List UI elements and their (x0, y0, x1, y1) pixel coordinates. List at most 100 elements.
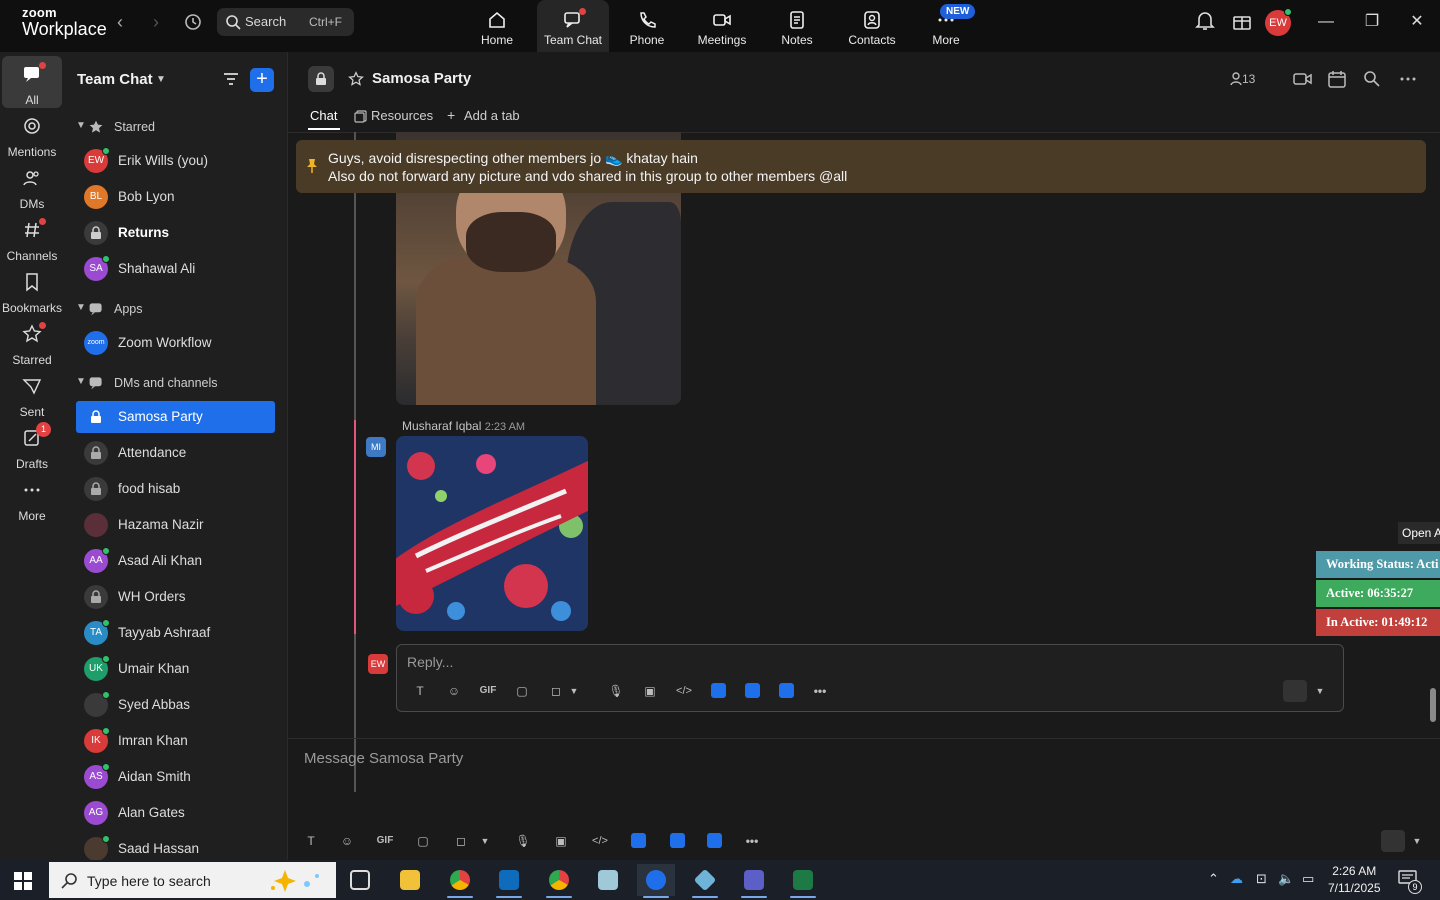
rail-sent[interactable]: Sent (2, 368, 62, 420)
rail-channels[interactable]: Channels (2, 212, 62, 264)
reply-input[interactable]: Reply... T ☺ GIF ▢ ◻ ▼ 🎙 ▣ </> ••• ▼ (396, 644, 1344, 712)
more-icon[interactable]: ••• (809, 680, 831, 702)
sidebar-item-imran-khan[interactable]: IK Imran Khan (76, 725, 275, 757)
app-icon[interactable] (775, 680, 797, 702)
app-icon[interactable] (627, 830, 649, 852)
forward-arrow-icon[interactable]: › (146, 12, 166, 32)
emoji-icon[interactable]: ☺ (443, 680, 465, 702)
sidebar-item-shahawal-ali[interactable]: SA Shahawal Ali (76, 253, 275, 285)
rail-more[interactable]: More (2, 472, 62, 524)
sidebar-item-syed-abbas[interactable]: Syed Abbas (76, 689, 275, 721)
onedrive-icon[interactable]: ☁ (1230, 871, 1243, 887)
global-search-box[interactable]: Search Ctrl+F (217, 8, 354, 36)
sidebar-item-saad-hassan[interactable]: Saad Hassan (76, 833, 275, 860)
sidebar-item-umair-khan[interactable]: UK Umair Khan (76, 653, 275, 685)
app-diamond-icon[interactable] (686, 864, 724, 898)
camera-icon[interactable]: ▣ (550, 830, 572, 852)
nav-contacts[interactable]: Contacts (836, 0, 908, 52)
chevron-down-icon[interactable]: ▼ (1309, 680, 1331, 702)
tab-add-a-tab[interactable]: Add a tab (464, 108, 520, 123)
code-icon[interactable]: </> (589, 830, 611, 852)
nav-meetings[interactable]: Meetings (686, 0, 758, 52)
app-icon[interactable] (741, 680, 763, 702)
gift-icon[interactable] (1232, 10, 1252, 32)
history-icon[interactable] (183, 12, 203, 32)
plus-icon[interactable]: + (447, 107, 455, 123)
video-call-icon[interactable] (1293, 70, 1313, 88)
rail-mentions[interactable]: Mentions (2, 108, 62, 160)
rail-starred[interactable]: Starred (2, 316, 62, 368)
nav-notes[interactable]: Notes (761, 0, 833, 52)
nav-phone[interactable]: Phone (611, 0, 683, 52)
sidebar-item-food-hisab[interactable]: food hisab (76, 473, 275, 505)
file-explorer-icon[interactable] (391, 864, 429, 896)
tab-resources[interactable]: Resources (371, 108, 433, 123)
sender-avatar[interactable]: MI (366, 437, 386, 457)
text-format-icon[interactable]: T (409, 680, 431, 702)
minimize-icon[interactable]: — (1316, 12, 1336, 32)
scrollbar-thumb[interactable] (1430, 688, 1436, 722)
close-icon[interactable]: ✕ (1407, 12, 1427, 32)
maximize-icon[interactable]: ❐ (1362, 12, 1382, 32)
chevron-up-icon[interactable]: ⌃ (1208, 871, 1219, 887)
microphone-icon[interactable]: 🎙 (605, 680, 627, 702)
screenshot-icon[interactable]: ◻ (450, 830, 472, 852)
compose-placeholder[interactable]: Message Samosa Party (304, 750, 463, 767)
sidebar-item-aidan-smith[interactable]: AS Aidan Smith (76, 761, 275, 793)
microphone-icon[interactable]: 🎙 (512, 830, 534, 852)
volume-icon[interactable]: 🔈 (1278, 871, 1294, 887)
sidebar-item-wh-orders[interactable]: WH Orders (76, 581, 275, 613)
chevron-down-icon[interactable]: ▼ (1406, 830, 1428, 852)
filter-icon[interactable] (222, 70, 240, 88)
rail-bookmarks[interactable]: Bookmarks (2, 264, 62, 316)
send-button[interactable] (1283, 680, 1307, 702)
star-outline-icon[interactable] (348, 71, 364, 87)
back-arrow-icon[interactable]: ‹ (110, 12, 130, 32)
new-chat-button[interactable]: + (250, 68, 274, 92)
teams-icon[interactable] (735, 864, 773, 898)
chevron-down-icon[interactable]: ▼ (474, 830, 496, 852)
shared-artwork-image[interactable] (396, 436, 588, 631)
excel-icon[interactable] (784, 864, 822, 898)
outlook-icon[interactable] (490, 864, 528, 898)
file-icon[interactable]: ▢ (511, 680, 533, 702)
send-button[interactable] (1381, 830, 1405, 852)
sidebar-item-attendance[interactable]: Attendance (76, 437, 275, 469)
security-icon[interactable]: ⊡ (1256, 871, 1267, 887)
text-format-icon[interactable]: T (300, 830, 322, 852)
task-view-icon[interactable] (341, 864, 379, 896)
network-icon[interactable]: ▭ (1302, 871, 1314, 887)
camera-icon[interactable]: ▣ (639, 680, 661, 702)
calendar-icon[interactable] (1328, 70, 1346, 88)
app-icon[interactable] (666, 830, 688, 852)
sidebar-item-asad-ali-khan[interactable]: AA Asad Ali Khan (76, 545, 275, 577)
rail-all[interactable]: All (2, 56, 62, 108)
chevron-down-icon[interactable]: ▼ (156, 74, 166, 85)
sender-name[interactable]: Musharaf Iqbal (402, 419, 481, 433)
chevron-down-icon[interactable]: ▼ (563, 680, 585, 702)
tab-chat[interactable]: Chat (310, 108, 337, 123)
sidebar-item-tayyab-ashraaf[interactable]: TA Tayyab Ashraaf (76, 617, 275, 649)
zoom-taskbar-icon[interactable] (637, 864, 675, 898)
sidebar-item-zoom-workflow[interactable]: zoom Zoom Workflow (76, 327, 275, 359)
app-icon[interactable] (703, 830, 725, 852)
sidebar-item-alan-gates[interactable]: AG Alan Gates (76, 797, 275, 829)
file-icon[interactable]: ▢ (412, 830, 434, 852)
emoji-icon[interactable]: ☺ (336, 830, 358, 852)
windows-start-icon[interactable] (14, 872, 32, 890)
code-icon[interactable]: </> (673, 680, 695, 702)
system-clock[interactable]: 2:26 AM 7/11/2025 (1328, 863, 1381, 897)
rail-dms[interactable]: DMs (2, 160, 62, 212)
more-icon[interactable]: ••• (741, 830, 763, 852)
members-icon[interactable] (1230, 72, 1242, 86)
search-icon[interactable] (1363, 70, 1381, 88)
sidebar-item-hazama-nazir[interactable]: Hazama Nazir (76, 509, 275, 541)
nav-home[interactable]: Home (461, 0, 533, 52)
chrome-profile-icon[interactable] (540, 864, 578, 898)
sidebar-item-samosa-party[interactable]: Samosa Party (76, 401, 275, 433)
nav-team-chat[interactable]: Team Chat (537, 0, 609, 52)
taskbar-search[interactable]: Type here to search (49, 862, 336, 898)
app-icon[interactable] (707, 680, 729, 702)
sidebar-title[interactable]: Team Chat (77, 71, 153, 88)
paper-app-icon[interactable] (589, 864, 627, 896)
